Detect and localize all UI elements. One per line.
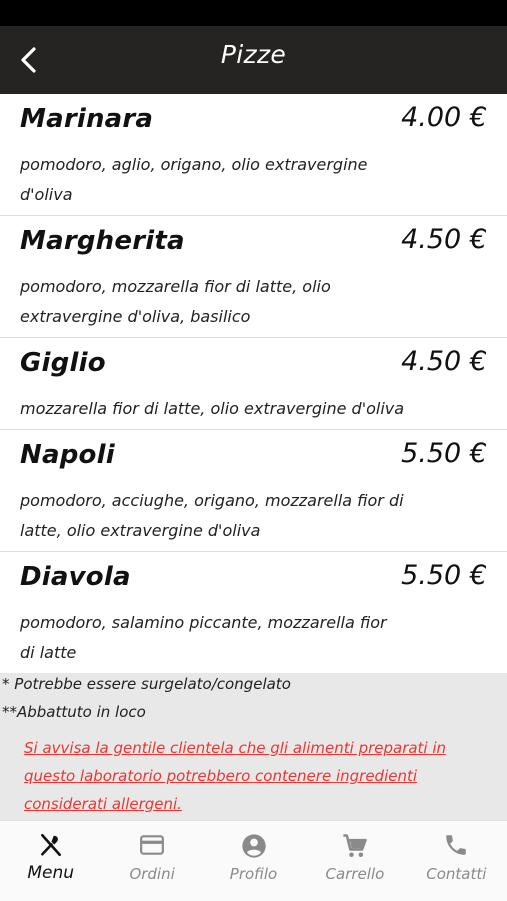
pizza-description: mozzarella fior di latte, olio extraverg…	[20, 399, 405, 418]
pizza-list: Marinara 4.00 € pomodoro, aglio, origano…	[0, 94, 507, 673]
nav-profile-label: Profilo	[229, 865, 278, 883]
nav-profile[interactable]: Profilo	[203, 821, 304, 901]
nav-menu[interactable]: Menu	[0, 821, 101, 901]
nav-orders-label: Ordini	[129, 865, 175, 883]
pizza-price: 4.50 €	[401, 346, 487, 377]
pizza-description: pomodoro, mozzarella fior di latte, olio…	[20, 277, 331, 326]
cart-icon	[343, 834, 367, 857]
nav-orders[interactable]: Ordini	[101, 821, 202, 901]
slaughtered-note: **Abbattuto in loco	[2, 703, 146, 721]
nav-contacts-label: Contatti	[426, 865, 487, 883]
app-bar: Pizze	[0, 26, 507, 94]
pizza-price: 5.50 €	[401, 560, 487, 591]
nav-cart[interactable]: Carrello	[304, 821, 405, 901]
pizza-description: pomodoro, salamino piccante, mozzarella …	[20, 613, 387, 662]
notes-section: * Potrebbe essere surgelato/congelato **…	[0, 673, 507, 820]
pizza-item-margherita[interactable]: Margherita 4.50 € pomodoro, mozzarella f…	[0, 216, 507, 338]
phone-icon	[446, 835, 467, 855]
pizza-name: Marinara	[20, 104, 154, 134]
pizza-item-giglio[interactable]: Giglio 4.50 € mozzarella fior di latte, …	[0, 338, 507, 430]
fork-knife-icon	[40, 833, 61, 857]
pizza-item-napoli[interactable]: Napoli 5.50 € pomodoro, acciughe, origan…	[0, 430, 507, 552]
pizza-price: 4.00 €	[401, 102, 487, 133]
pizza-name: Giglio	[20, 348, 106, 378]
credit-card-icon	[140, 835, 165, 855]
nav-menu-label: Menu	[27, 863, 75, 883]
allergen-warning: Si avvisa la gentile clientela che gli a…	[24, 739, 447, 813]
pizza-name: Diavola	[20, 562, 131, 592]
pizza-price: 5.50 €	[401, 438, 487, 469]
frozen-note: * Potrebbe essere surgelato/congelato	[2, 675, 291, 693]
pizza-description: pomodoro, aglio, origano, olio extraverg…	[20, 155, 368, 204]
bottom-navigation: Menu Ordini Profilo Carrello Contatti	[0, 820, 507, 901]
status-bar	[0, 0, 507, 26]
pizza-item-diavola[interactable]: Diavola 5.50 € pomodoro, salamino piccan…	[0, 552, 507, 673]
nav-contacts[interactable]: Contatti	[406, 821, 507, 901]
account-circle-icon	[241, 834, 266, 858]
pizza-item-marinara[interactable]: Marinara 4.00 € pomodoro, aglio, origano…	[0, 94, 507, 216]
nav-cart-label: Carrello	[325, 865, 385, 883]
pizza-description: pomodoro, acciughe, origano, mozzarella …	[20, 491, 404, 540]
pizza-price: 4.50 €	[401, 224, 487, 255]
pizza-name: Napoli	[20, 440, 115, 470]
page-title: Pizze	[220, 40, 287, 69]
pizza-name: Margherita	[20, 226, 185, 256]
